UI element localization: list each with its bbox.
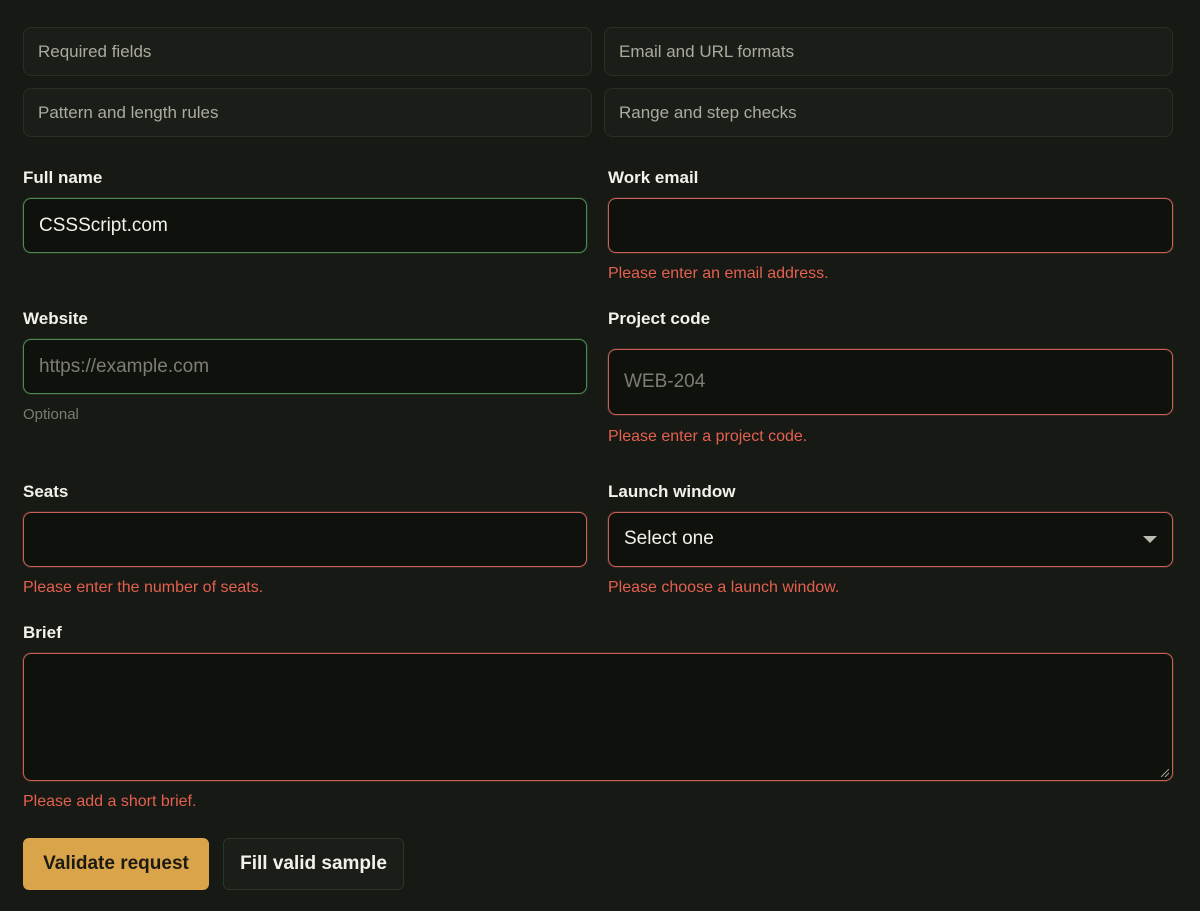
website-label: Website bbox=[23, 309, 88, 328]
rule-pattern-length: Pattern and length rules bbox=[23, 88, 592, 137]
full-name-label: Full name bbox=[23, 168, 103, 187]
brief-wrap bbox=[23, 653, 1173, 781]
brief-label: Brief bbox=[23, 623, 62, 642]
chevron-down-icon bbox=[1143, 536, 1157, 543]
launch-window-select[interactable]: Select one bbox=[608, 512, 1173, 567]
seats-input[interactable] bbox=[23, 512, 587, 567]
launch-window-error: Please choose a launch window. bbox=[608, 579, 840, 596]
brief-error: Please add a short brief. bbox=[23, 793, 197, 810]
rule-required-fields: Required fields bbox=[23, 27, 592, 76]
work-email-error: Please enter an email address. bbox=[608, 265, 829, 282]
work-email-input[interactable] bbox=[608, 198, 1173, 253]
work-email-label: Work email bbox=[608, 168, 699, 187]
project-code-input[interactable] bbox=[608, 349, 1173, 415]
launch-window-label: Launch window bbox=[608, 482, 736, 501]
project-code-label: Project code bbox=[608, 309, 711, 328]
rule-range-step: Range and step checks bbox=[604, 88, 1173, 137]
website-input[interactable] bbox=[23, 339, 587, 394]
fill-valid-sample-button[interactable]: Fill valid sample bbox=[223, 838, 404, 890]
brief-textarea[interactable] bbox=[23, 653, 1173, 781]
launch-window-select-wrap[interactable]: Select one bbox=[608, 512, 1173, 567]
project-code-error: Please enter a project code. bbox=[608, 428, 808, 445]
resize-handle-icon[interactable] bbox=[1161, 769, 1169, 777]
full-name-input[interactable] bbox=[23, 198, 587, 253]
validate-request-button[interactable]: Validate request bbox=[23, 838, 209, 890]
rule-email-url-formats: Email and URL formats bbox=[604, 27, 1173, 76]
seats-error: Please enter the number of seats. bbox=[23, 579, 264, 596]
seats-label: Seats bbox=[23, 482, 69, 501]
website-hint: Optional bbox=[23, 406, 79, 423]
